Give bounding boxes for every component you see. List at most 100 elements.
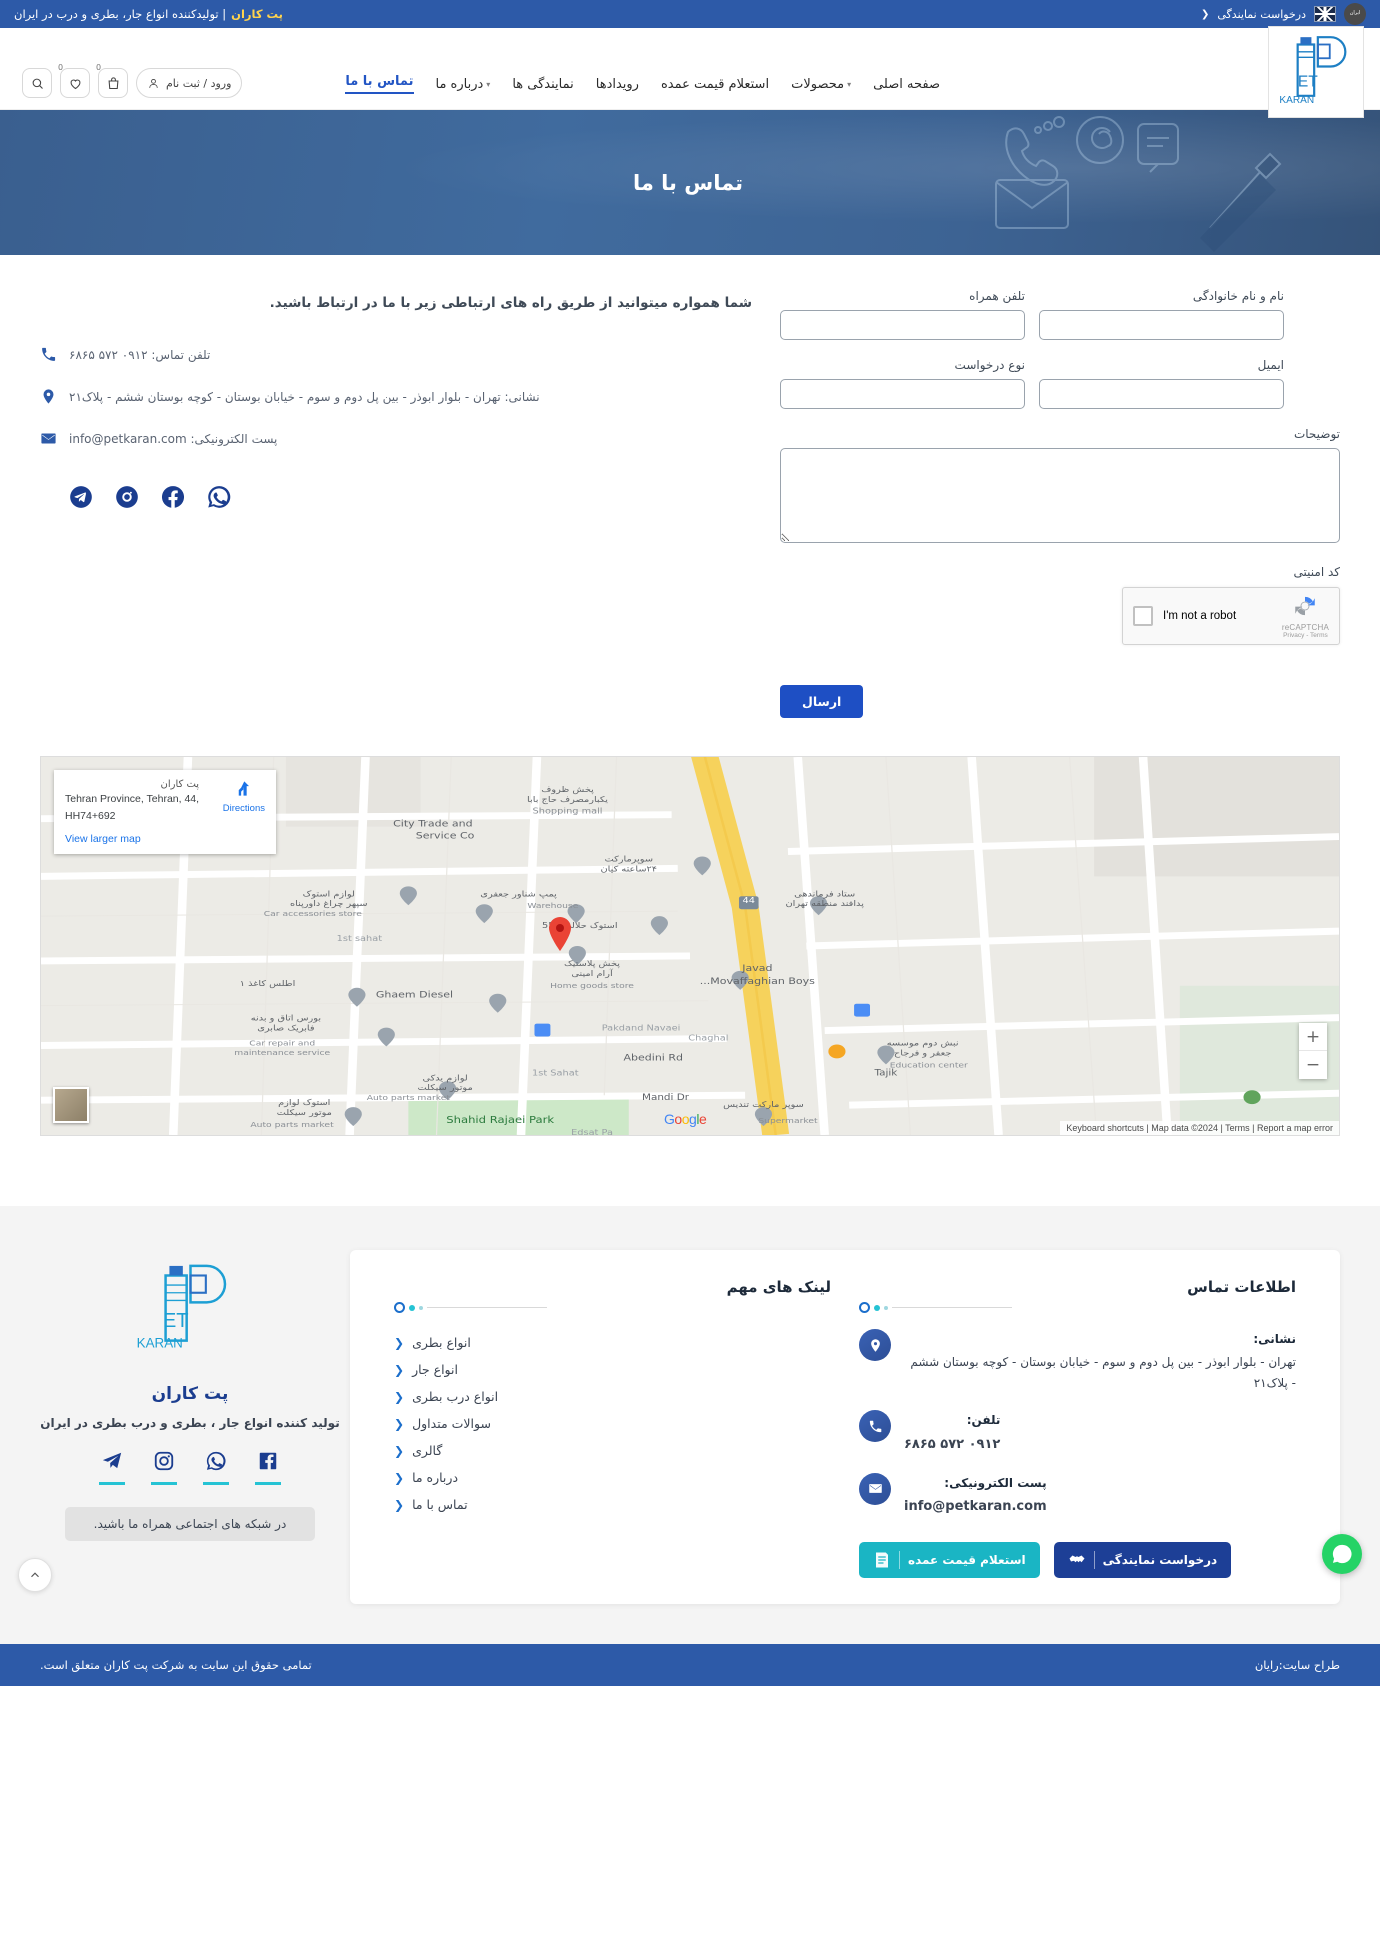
recaptcha-checkbox[interactable]	[1133, 606, 1153, 626]
nav-item-contact[interactable]: تماس با ما	[345, 74, 414, 94]
map-label: نبش دوم موسسه جعفر و فرجاح	[887, 1039, 959, 1058]
nav-item-agencies[interactable]: نمایندگی ها	[512, 77, 573, 92]
request-type-input[interactable]	[780, 379, 1025, 409]
nav-item-events[interactable]: رویدادها	[596, 77, 639, 92]
login-register-button[interactable]: ورود / ثبت نام	[136, 68, 243, 98]
footer-link-faq[interactable]: سوالات متداول ❮	[394, 1410, 831, 1437]
wishlist-button[interactable]: 0	[58, 63, 90, 98]
map-zoom-in-button[interactable]: +	[1299, 1023, 1327, 1051]
fullname-input[interactable]	[1039, 310, 1284, 340]
footer-brand-subtitle: تولید کننده انواع جار ، بطری و درب بطری …	[40, 1416, 340, 1430]
petkaran-logo-icon: ET KARAN	[136, 1264, 226, 1350]
recaptcha-label: I'm not a robot	[1163, 610, 1237, 622]
field-request-type: نوع درخواست	[780, 358, 1025, 409]
map-zoom-out-button[interactable]: −	[1299, 1051, 1327, 1079]
wishlist-badge: 0	[58, 63, 64, 72]
language-switcher[interactable]: ایران درخواست نمایندگی ❮	[1201, 3, 1366, 25]
agency-request-button[interactable]: درخواست نمایندگی	[1053, 1542, 1232, 1579]
view-larger-map-link[interactable]: View larger map	[65, 833, 265, 845]
footer-link-gallery[interactable]: گالری ❮	[394, 1437, 831, 1464]
map-directions-button[interactable]: Directions	[223, 779, 265, 814]
footer-whatsapp-link[interactable]	[203, 1450, 229, 1485]
google-letter: o	[681, 1111, 690, 1127]
footer-link-bottles[interactable]: انواع بطری ❮	[394, 1329, 831, 1356]
rule-line	[892, 1307, 1012, 1308]
contact-email-value[interactable]: info@petkaran.com	[69, 432, 187, 446]
directions-label: Directions	[222, 803, 265, 814]
main-content: نام و نام خانوادگی تلفن همراه ایمیل نوع …	[0, 255, 1380, 718]
label-captcha: کد امنیتی	[1293, 565, 1340, 579]
footer-links-rule	[394, 1302, 831, 1313]
map-street-view-thumbnail[interactable]	[53, 1087, 89, 1123]
chevron-left-icon: ❮	[394, 1335, 405, 1350]
map-label: Education center	[890, 1060, 969, 1069]
field-mobile: تلفن همراه	[780, 289, 1025, 340]
whatsapp-float-button[interactable]	[1322, 1534, 1362, 1575]
nav-item-products[interactable]: ▾ محصولات	[791, 77, 851, 92]
map-label: Edsat Pa	[571, 1129, 613, 1135]
chevron-down-icon: ▾	[847, 79, 852, 89]
map-label: Supermarket	[758, 1116, 818, 1125]
recaptcha-widget[interactable]: I'm not a robot reCAPTCHA Privacy - Term…	[1122, 587, 1340, 645]
contact-row-address: نشانی: تهران - بلوار ابوذر - بین پل دوم …	[40, 387, 752, 407]
telegram-icon[interactable]	[68, 484, 94, 510]
contact-phone-text: تلفن تماس: ۰۹۱۲ ۵۷۲ ۶۸۶۵	[69, 345, 210, 365]
map-label: اطلس کاغذ ۱	[240, 980, 296, 989]
nav-item-about[interactable]: ▾ درباره ما	[436, 77, 491, 92]
submit-button[interactable]: ارسال	[780, 685, 864, 718]
map-label: Service Co	[416, 831, 475, 841]
contact-phone-value[interactable]: ۰۹۱۲ ۵۷۲ ۶۸۶۵	[69, 348, 148, 362]
footer-address-text: نشانی: تهران - بلوار ابوذر - بین پل دوم …	[904, 1329, 1296, 1393]
mobile-input[interactable]	[780, 310, 1025, 340]
map-label: سوپرمارکت ۲۴ساعته کیان	[600, 855, 657, 874]
map-label: پخش پلاستیک آرام امینی	[564, 960, 621, 979]
map-label: Mandi Dr	[642, 1093, 689, 1103]
footer-links-column: لینک های مهم انواع بطری ❮ انواع جار ❮ ان…	[380, 1278, 845, 1578]
footer-link-label: سوالات متداول	[412, 1416, 491, 1431]
map-location-pin	[547, 917, 573, 955]
footer-contact-address: نشانی: تهران - بلوار ابوذر - بین پل دوم …	[859, 1329, 1296, 1393]
map-label: Pakdand Navaei	[602, 1024, 681, 1033]
footer-link-jars[interactable]: انواع جار ❮	[394, 1356, 831, 1383]
instagram-icon[interactable]	[114, 484, 140, 510]
facebook-icon[interactable]	[160, 484, 186, 510]
directions-arrow-icon	[239, 781, 250, 796]
footer-link-bottle-caps[interactable]: انواع درب بطری ❮	[394, 1383, 831, 1410]
location-pin-icon	[40, 388, 57, 405]
footer-link-contact[interactable]: تماس با ما ❮	[394, 1491, 831, 1518]
nav-label: صفحه اصلی	[873, 76, 940, 92]
footer-facebook-link[interactable]	[255, 1450, 281, 1485]
footer-instagram-link[interactable]	[151, 1450, 177, 1485]
location-map[interactable]: پخش ظروف یکبارمصرف حاج بابا Shopping mall C…	[40, 756, 1340, 1136]
flag-uk-icon[interactable]	[1314, 6, 1336, 22]
footer-link-about[interactable]: درباره ما ❮	[394, 1464, 831, 1491]
scroll-to-top-button[interactable]	[18, 1558, 52, 1593]
svg-text:ET: ET	[162, 1310, 188, 1332]
designer-credit[interactable]: طراح سایت:رایان	[1255, 1658, 1340, 1672]
agency-request-link[interactable]: درخواست نمایندگی	[1217, 8, 1306, 21]
description-textarea[interactable]	[780, 448, 1340, 543]
button-divider	[899, 1551, 900, 1570]
copyright-text: تمامی حقوق این سایت به شرکت پت کاران متع…	[40, 1658, 312, 1673]
location-pin-icon	[859, 1329, 891, 1361]
email-input[interactable]	[1039, 379, 1284, 409]
rule-ring	[859, 1302, 870, 1313]
site-logo[interactable]: ET KARAN	[1268, 26, 1364, 118]
whatsapp-icon[interactable]	[206, 484, 232, 510]
flag-ir-icon[interactable]: ایران	[1344, 3, 1366, 25]
contact-email-label: پست الکترونیکی:	[190, 432, 278, 447]
recaptcha-terms[interactable]: Privacy - Terms	[1282, 632, 1329, 639]
footer-address-label: نشانی:	[1253, 1332, 1296, 1346]
footer-contact-email: پست الکترونیکی: info@petkaran.com	[859, 1472, 1296, 1518]
nav-item-home[interactable]: صفحه اصلی	[873, 77, 940, 92]
footer-phone-value[interactable]: ۰۹۱۲ ۵۷۲ ۶۸۶۵	[904, 1437, 1000, 1452]
map-label: Shopping mall	[533, 807, 603, 816]
map-label: 1st sahat	[337, 935, 383, 944]
bulk-price-button[interactable]: استعلام قیمت عمده	[859, 1542, 1040, 1579]
footer-link-label: تماس با ما	[412, 1497, 468, 1512]
footer-telegram-link[interactable]	[99, 1450, 125, 1485]
cart-button[interactable]: 0	[96, 63, 128, 98]
footer-email-value[interactable]: info@petkaran.com	[904, 1499, 1047, 1514]
search-button[interactable]	[22, 68, 52, 98]
nav-item-bulk-price[interactable]: استعلام قیمت عمده	[661, 77, 769, 92]
